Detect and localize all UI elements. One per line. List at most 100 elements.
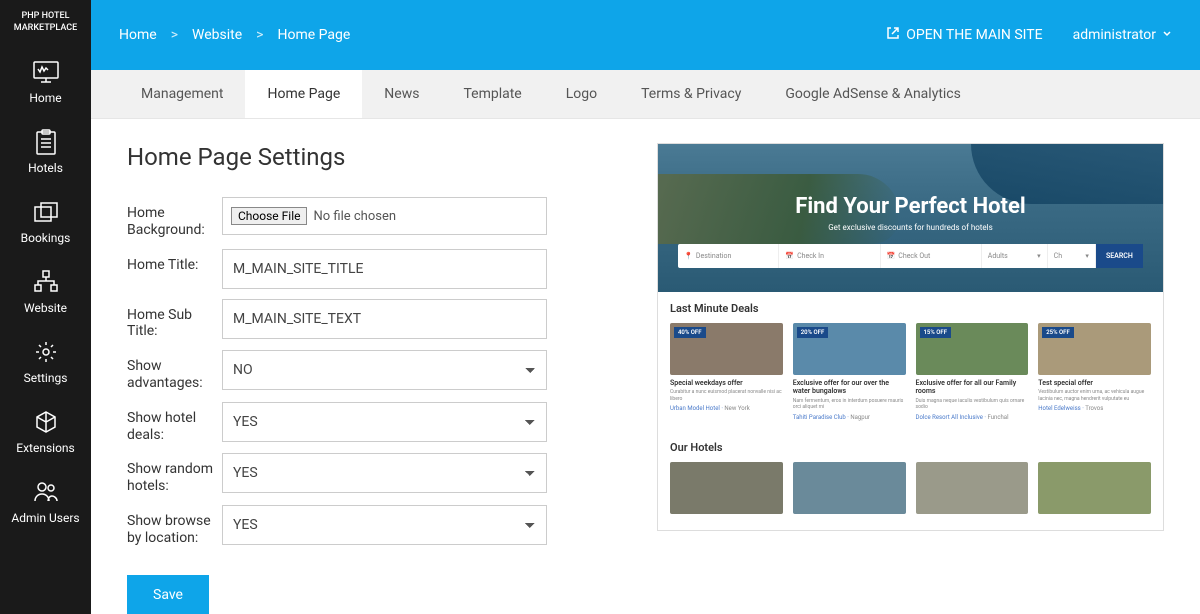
preview-card-image: [1038, 462, 1151, 514]
discount-badge: 15% OFF: [920, 327, 952, 338]
preview-hero-title: Find Your Perfect Hotel: [795, 194, 1025, 219]
sidebar-item-label: Bookings: [21, 231, 71, 245]
user-label: administrator: [1073, 27, 1156, 43]
show-advantages-select[interactable]: NO: [222, 350, 547, 390]
users-icon: [32, 479, 60, 505]
sidebar-item-website[interactable]: Website: [0, 255, 91, 325]
preview-card-image: 40% OFF: [670, 323, 783, 375]
preview-card-title: Exclusive offer for our over the water b…: [793, 379, 906, 396]
chevron-down-icon: [1162, 27, 1172, 43]
preview-card-text: Nam fermentum, eros in interdum posuere …: [793, 398, 906, 411]
preview-deal-card[interactable]: 25% OFF Test special offer Vestibulum au…: [1038, 323, 1151, 421]
preview-card-title: Special weekdays offer: [670, 379, 783, 387]
sidebar-item-bookings[interactable]: Bookings: [0, 185, 91, 255]
preview-deal-card[interactable]: 15% OFF Exclusive offer for all our Fami…: [916, 323, 1029, 421]
preview-last-minute-deals: Last Minute Deals 40% OFF Special weekda…: [658, 292, 1163, 431]
preview-card-image: [916, 462, 1029, 514]
breadcrumb-item[interactable]: Home: [119, 27, 157, 43]
open-main-site-link[interactable]: OPEN THE MAIN SITE: [886, 26, 1042, 44]
tab-terms-privacy[interactable]: Terms & Privacy: [619, 70, 763, 118]
preview-children-field[interactable]: Ch▾: [1048, 244, 1096, 268]
form-row-home-background: Home Background: Choose File No file cho…: [127, 197, 547, 239]
preview-deal-card[interactable]: 40% OFF Special weekdays offer Curabitur…: [670, 323, 783, 421]
page-title: Home Page Settings: [127, 143, 547, 171]
sidebar-item-home[interactable]: Home: [0, 45, 91, 115]
open-site-label: OPEN THE MAIN SITE: [906, 27, 1042, 43]
preview-card-link[interactable]: Dolce Resort All Inclusive · Funchal: [916, 414, 1029, 421]
form-label: Show hotel deals:: [127, 402, 222, 444]
preview-card-text: Curabitur a nunc euismod placerat nonval…: [670, 389, 783, 402]
preview-section-title: Last Minute Deals: [670, 302, 1151, 315]
preview-card-text: Duis magna neque iaculis vestibulum quis…: [916, 398, 1029, 411]
tab-management[interactable]: Management: [119, 70, 245, 118]
brand-logo: PHP HOTEL MARKETPLACE: [0, 0, 91, 45]
preview-our-hotels: Our Hotels: [658, 431, 1163, 524]
pin-icon: 📍: [684, 252, 693, 260]
tab-logo[interactable]: Logo: [544, 70, 619, 118]
show-browse-location-select[interactable]: YES: [222, 505, 547, 545]
discount-badge: 40% OFF: [674, 327, 706, 338]
form-row-home-subtitle: Home Sub Title:: [127, 299, 547, 341]
preview-hotel-card[interactable]: [916, 462, 1029, 514]
preview-card-link[interactable]: Hotel Edelweiss · Trovos: [1038, 405, 1151, 412]
form-label: Home Title:: [127, 249, 222, 274]
form-label: Home Sub Title:: [127, 299, 222, 341]
topbar: Home > Website > Home Page OPEN THE MAIN…: [91, 0, 1200, 70]
preview-card-image: 20% OFF: [793, 323, 906, 375]
preview-section-title: Our Hotels: [670, 441, 1151, 454]
external-link-icon: [886, 26, 900, 44]
tab-news[interactable]: News: [362, 70, 441, 118]
preview-card-title: Test special offer: [1038, 379, 1151, 387]
breadcrumb-item[interactable]: Home Page: [277, 27, 350, 43]
breadcrumb: Home > Website > Home Page: [119, 27, 350, 43]
tab-google-adsense[interactable]: Google AdSense & Analytics: [763, 70, 983, 118]
sidebar-item-hotels[interactable]: Hotels: [0, 115, 91, 185]
gear-icon: [32, 339, 60, 365]
sidebar-item-extensions[interactable]: Extensions: [0, 395, 91, 465]
tab-template[interactable]: Template: [441, 70, 543, 118]
preview-search-button[interactable]: SEARCH: [1096, 244, 1143, 268]
chevron-down-icon: ▾: [1037, 252, 1041, 260]
user-menu[interactable]: administrator: [1073, 27, 1172, 43]
show-random-hotels-select[interactable]: YES: [222, 453, 547, 493]
tabs: Management Home Page News Template Logo …: [91, 70, 1200, 119]
form-row-home-title: Home Title:: [127, 249, 547, 289]
sidebar-item-label: Extensions: [16, 441, 74, 455]
preview-destination-field[interactable]: 📍Destination: [678, 244, 779, 268]
preview-pane: Find Your Perfect Hotel Get exclusive di…: [657, 143, 1164, 531]
preview-hotel-card[interactable]: [670, 462, 783, 514]
preview-card-link[interactable]: Urban Model Hotel · New York: [670, 405, 783, 412]
sidebar-item-label: Website: [24, 301, 67, 315]
sidebar: PHP HOTEL MARKETPLACE Home Hotels Bookin…: [0, 0, 91, 614]
tab-home-page[interactable]: Home Page: [245, 70, 362, 118]
sidebar-item-settings[interactable]: Settings: [0, 325, 91, 395]
preview-search-bar: 📍Destination 📅Check In 📅Check Out Adults…: [678, 244, 1143, 268]
preview-checkout-field[interactable]: 📅Check Out: [881, 244, 982, 268]
calendar-icon: 📅: [785, 252, 794, 260]
form-label: Show random hotels:: [127, 453, 222, 495]
save-button[interactable]: Save: [127, 575, 209, 614]
preview-checkin-field[interactable]: 📅Check In: [779, 244, 880, 268]
file-input[interactable]: Choose File No file chosen: [222, 197, 547, 235]
breadcrumb-item[interactable]: Website: [192, 27, 242, 43]
preview-hotel-card[interactable]: [1038, 462, 1151, 514]
monitor-icon: [32, 59, 60, 85]
sidebar-item-admin-users[interactable]: Admin Users: [0, 465, 91, 535]
home-subtitle-input[interactable]: [222, 299, 547, 339]
home-title-input[interactable]: [222, 249, 547, 289]
preview-hotel-card[interactable]: [793, 462, 906, 514]
preview-deal-card[interactable]: 20% OFF Exclusive offer for our over the…: [793, 323, 906, 421]
preview-card-image: [670, 462, 783, 514]
form-label: Show advantages:: [127, 350, 222, 392]
sidebar-item-label: Settings: [24, 371, 68, 385]
chevron-down-icon: ▾: [1085, 252, 1089, 260]
discount-badge: 25% OFF: [1042, 327, 1074, 338]
preview-card-link[interactable]: Tahiti Paradise Club · Nagpur: [793, 414, 906, 421]
choose-file-button[interactable]: Choose File: [231, 207, 307, 225]
preview-card-title: Exclusive offer for all our Family rooms: [916, 379, 1029, 396]
clipboard-icon: [32, 129, 60, 155]
preview-adults-field[interactable]: Adults▾: [982, 244, 1048, 268]
show-hotel-deals-select[interactable]: YES: [222, 402, 547, 442]
sitemap-icon: [32, 269, 60, 295]
form-label: Home Background:: [127, 197, 222, 239]
